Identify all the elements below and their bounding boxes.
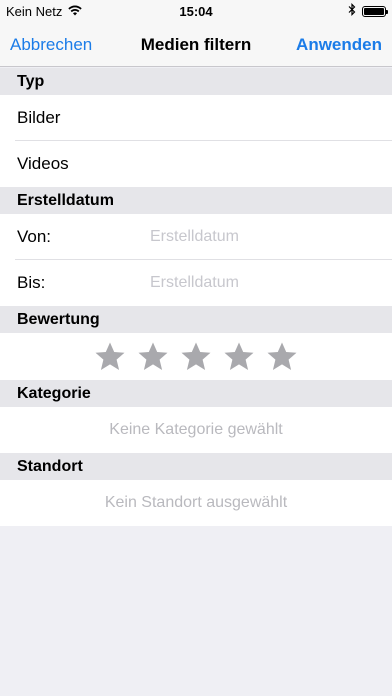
date-from-field[interactable]: Erstelldatum xyxy=(150,214,239,260)
status-bar: Kein Netz 15:04 xyxy=(0,0,392,22)
type-option-images[interactable]: Bilder xyxy=(0,95,392,141)
type-option-label: Videos xyxy=(17,154,69,173)
date-to-row[interactable]: Bis: Erstelldatum xyxy=(0,260,392,306)
rating-stars xyxy=(0,333,392,380)
date-to-label: Bis: xyxy=(17,273,46,292)
section-header-rating: Bewertung xyxy=(0,306,392,333)
filter-form: Typ Bilder Videos Erstelldatum Von: Erst… xyxy=(0,68,392,526)
type-option-videos[interactable]: Videos xyxy=(0,141,392,187)
star-icon[interactable] xyxy=(94,341,126,373)
apply-button[interactable]: Anwenden xyxy=(296,35,382,55)
star-icon[interactable] xyxy=(266,341,298,373)
section-header-date: Erstelldatum xyxy=(0,187,392,214)
section-header-category: Kategorie xyxy=(0,380,392,407)
section-header-location: Standort xyxy=(0,453,392,480)
status-time: 15:04 xyxy=(179,4,213,19)
date-to-field[interactable]: Erstelldatum xyxy=(150,260,239,306)
section-header-type: Typ xyxy=(0,68,392,95)
location-selector[interactable]: Kein Standort ausgewählt xyxy=(0,480,392,526)
type-option-label: Bilder xyxy=(17,108,61,127)
category-selector[interactable]: Keine Kategorie gewählt xyxy=(0,407,392,453)
star-icon[interactable] xyxy=(223,341,255,373)
battery-icon xyxy=(362,5,388,17)
date-from-row[interactable]: Von: Erstelldatum xyxy=(0,214,392,260)
cancel-button[interactable]: Abbrechen xyxy=(10,35,92,55)
date-from-label: Von: xyxy=(17,227,52,246)
star-icon[interactable] xyxy=(137,341,169,373)
nav-bar: Abbrechen Medien filtern Anwenden xyxy=(0,22,392,67)
status-right xyxy=(348,3,388,19)
bluetooth-icon xyxy=(348,3,356,19)
star-icon[interactable] xyxy=(180,341,212,373)
